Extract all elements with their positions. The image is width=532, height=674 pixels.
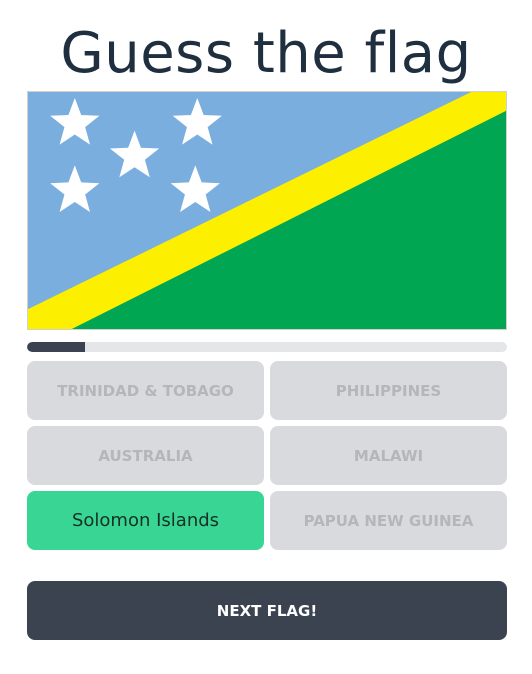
page-title: Guess the flag <box>60 21 472 86</box>
progress-bar <box>27 342 507 352</box>
answer-option-solomon-islands[interactable]: Solomon Islands <box>27 491 264 550</box>
answer-option-trinidad-tobago[interactable]: TRINIDAD & TOBAGO <box>27 361 264 420</box>
solomon-islands-flag <box>28 92 506 329</box>
answer-option-malawi[interactable]: MALAWI <box>270 426 507 485</box>
answer-grid: TRINIDAD & TOBAGO PHILIPPINES AUSTRALIA … <box>27 361 507 550</box>
answer-option-papua-new-guinea[interactable]: PAPUA NEW GUINEA <box>270 491 507 550</box>
progress-bar-fill <box>27 342 85 352</box>
flag-image <box>27 91 507 330</box>
answer-option-philippines[interactable]: PHILIPPINES <box>270 361 507 420</box>
answer-option-australia[interactable]: AUSTRALIA <box>27 426 264 485</box>
next-flag-button[interactable]: NEXT FLAG! <box>27 581 507 640</box>
